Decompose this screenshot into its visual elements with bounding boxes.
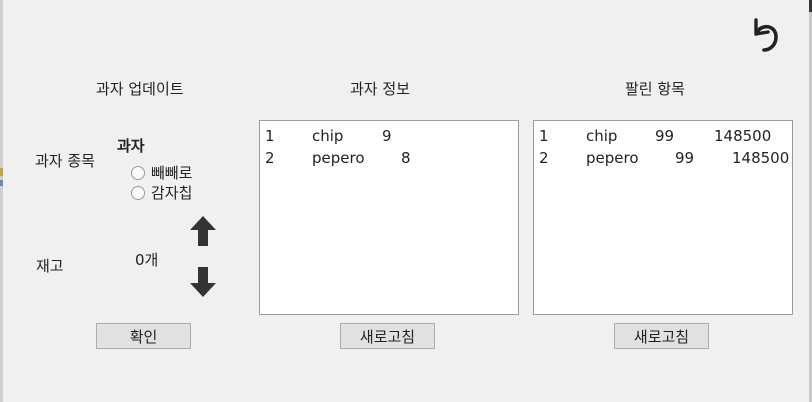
update-panel-title: 과자 업데이트 <box>96 80 184 98</box>
item-quantity: 9 <box>382 127 392 145</box>
item-quantity: 99 <box>655 127 675 145</box>
sold-items-list[interactable]: 1 chip 99 148500 2 pepero 99 148500 <box>533 120 793 315</box>
category-label: 과자 종목 <box>35 152 95 170</box>
radio-option-label: 감자칩 <box>151 184 193 202</box>
list-item[interactable]: 1 chip 9 <box>260 127 518 147</box>
radio-option-chip[interactable]: 감자칩 <box>131 182 192 203</box>
item-number: 2 <box>539 149 549 167</box>
snack-group-label: 과자 <box>117 137 145 155</box>
list-item[interactable]: 2 pepero 8 <box>260 149 518 169</box>
item-amount: 148500 <box>714 127 772 145</box>
item-amount: 148500 <box>732 149 790 167</box>
info-refresh-button[interactable]: 새로고침 <box>340 323 435 349</box>
item-name: chip <box>312 127 344 145</box>
info-panel-title: 과자 정보 <box>350 80 410 98</box>
item-number: 2 <box>265 149 275 167</box>
item-quantity: 8 <box>401 149 411 167</box>
item-number: 1 <box>265 127 275 145</box>
list-item[interactable]: 2 pepero 99 148500 <box>534 149 792 169</box>
item-name: pepero <box>312 149 365 167</box>
list-item[interactable]: 1 chip 99 148500 <box>534 127 792 147</box>
item-name: pepero <box>586 149 639 167</box>
arrow-up-icon[interactable] <box>189 215 217 251</box>
item-number: 1 <box>539 127 549 145</box>
stock-value: 0개 <box>135 251 159 269</box>
snack-info-list[interactable]: 1 chip 9 2 pepero 8 <box>259 120 519 315</box>
undo-icon[interactable] <box>746 12 786 54</box>
sold-panel-title: 팔린 항목 <box>625 80 685 98</box>
confirm-button[interactable]: 확인 <box>96 323 191 349</box>
item-quantity: 99 <box>675 149 695 167</box>
arrow-down-icon[interactable] <box>189 266 217 302</box>
radio-button[interactable] <box>131 165 145 180</box>
radio-option-label: 빼빼로 <box>151 164 193 182</box>
stock-label: 재고 <box>36 257 64 275</box>
sold-refresh-button[interactable]: 새로고침 <box>614 323 709 349</box>
radio-button[interactable] <box>131 185 145 200</box>
item-name: chip <box>586 127 618 145</box>
left-window-edge <box>0 0 3 402</box>
radio-option-pepero[interactable]: 빼빼로 <box>131 162 192 183</box>
